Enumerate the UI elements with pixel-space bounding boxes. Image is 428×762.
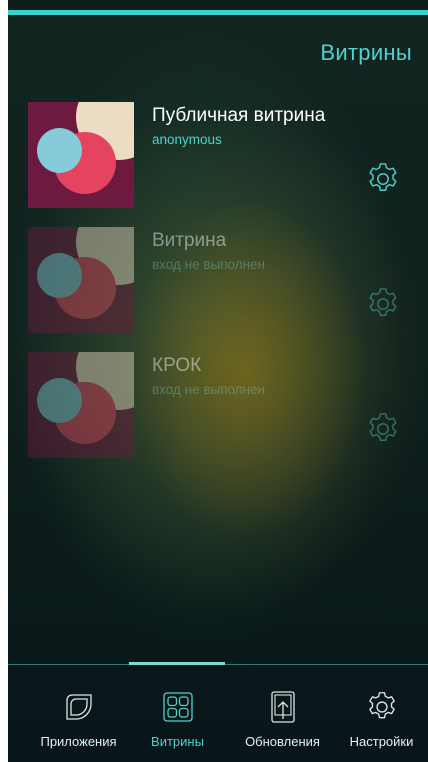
active-tab-indicator <box>129 662 225 665</box>
thumb-circle-blue <box>37 128 82 173</box>
nav-item-updates[interactable]: Обновления <box>230 666 335 762</box>
store-item-vitrina[interactable]: Витрина вход не выполнен <box>28 227 428 337</box>
store-name: Публичная витрина <box>152 105 326 126</box>
gear-icon[interactable] <box>364 160 402 198</box>
nav-label: Обновления <box>245 734 320 749</box>
store-item-krok[interactable]: КРОК вход не выполнен <box>28 352 428 462</box>
grid-icon <box>162 692 193 722</box>
store-user: anonymous <box>152 132 222 147</box>
store-user: вход не выполнен <box>152 257 266 272</box>
page-title: Витрины <box>320 40 412 65</box>
store-thumbnail <box>28 227 134 333</box>
nav-item-settings[interactable]: Настройки <box>329 666 428 762</box>
nav-label: Приложения <box>40 734 117 749</box>
update-icon <box>270 691 295 723</box>
nav-label: Витрины <box>151 734 204 749</box>
thumb-circle-blue <box>37 378 82 423</box>
thumb-circle-blue <box>37 253 82 298</box>
gear-icon <box>368 692 395 719</box>
store-name: КРОК <box>152 355 202 376</box>
bottom-nav: Приложения Витрины Обновления Настройки <box>8 666 428 762</box>
nav-item-apps[interactable]: Приложения <box>26 666 131 762</box>
store-item-public[interactable]: Публичная витрина anonymous <box>28 102 428 212</box>
nav-item-stores[interactable]: Витрины <box>125 666 230 762</box>
store-thumbnail <box>28 352 134 458</box>
gear-icon[interactable] <box>364 285 402 323</box>
app-screen: Витрины Публичная витрина anonymous Витр… <box>8 0 428 762</box>
leaf-icon <box>65 694 92 720</box>
nav-label: Настройки <box>349 734 414 749</box>
store-thumbnail <box>28 102 134 208</box>
store-name: Витрина <box>152 230 227 251</box>
store-user: вход не выполнен <box>152 382 266 397</box>
accent-strip <box>8 10 428 15</box>
gear-icon[interactable] <box>364 410 402 448</box>
